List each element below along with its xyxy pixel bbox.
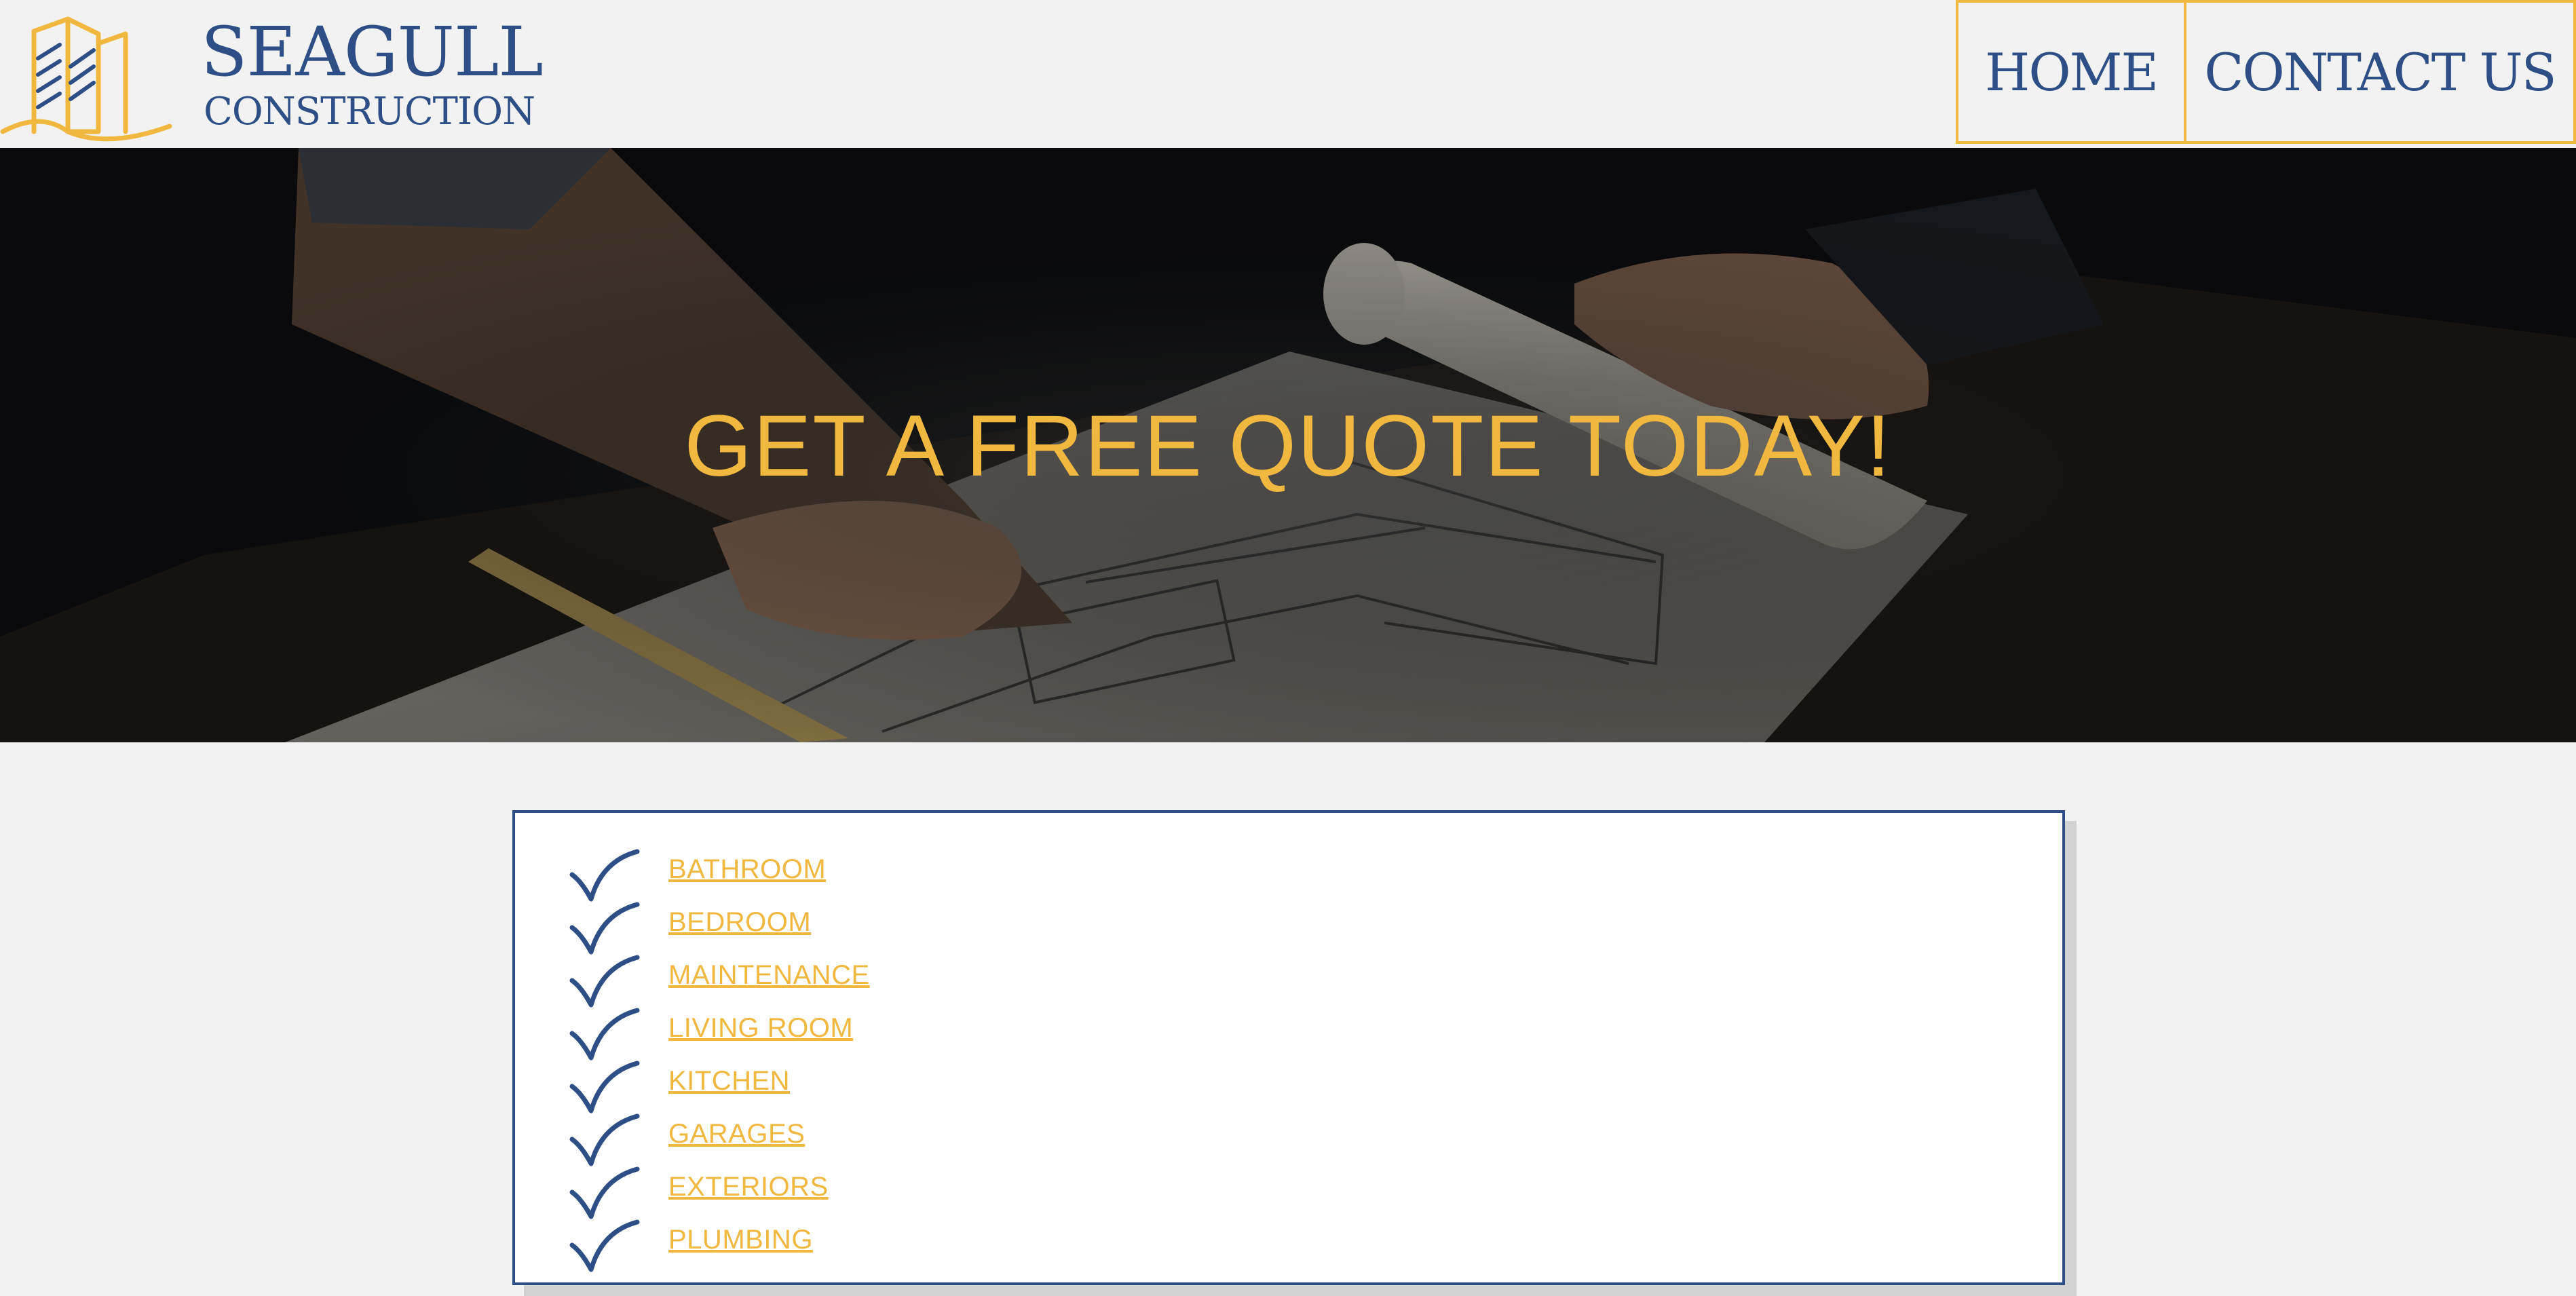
building-logo-icon <box>0 16 172 142</box>
services-list: BATHROOM BEDROOM MAINTENANCE LIVING ROOM… <box>567 843 870 1272</box>
service-link-maintenance[interactable]: MAINTENANCE <box>668 960 870 991</box>
checkmark-icon <box>569 1061 640 1113</box>
brand-title: SEAGULL <box>201 12 544 92</box>
nav-contact-link[interactable]: CONTACT US <box>2186 0 2576 144</box>
checkmark-icon <box>569 955 640 1008</box>
brand-subtitle: CONSTRUCTION <box>204 90 535 134</box>
checkmark-icon <box>569 1113 640 1166</box>
nav-home-link[interactable]: HOME <box>1956 0 2186 144</box>
service-link-bedroom[interactable]: BEDROOM <box>668 907 811 938</box>
list-item: BEDROOM <box>567 896 870 955</box>
checkmark-icon <box>569 849 640 902</box>
checkmark-icon <box>569 1166 640 1219</box>
list-item: KITCHEN <box>567 1054 870 1113</box>
service-link-living-room[interactable]: LIVING ROOM <box>668 1013 853 1044</box>
checkmark-icon <box>569 1219 640 1272</box>
service-link-exteriors[interactable]: EXTERIORS <box>668 1172 829 1202</box>
list-item: GARAGES <box>567 1107 870 1166</box>
hero-banner: GET A FREE QUOTE TODAY! <box>0 148 2576 742</box>
main-nav: HOME CONTACT US <box>1956 0 2576 148</box>
list-item: MAINTENANCE <box>567 949 870 1008</box>
site-header: SEAGULL CONSTRUCTION HOME CONTACT US <box>0 0 2576 148</box>
list-item: EXTERIORS <box>567 1160 870 1219</box>
service-link-garages[interactable]: GARAGES <box>668 1119 805 1149</box>
list-item: PLUMBING <box>567 1213 870 1272</box>
service-link-bathroom[interactable]: BATHROOM <box>668 854 826 885</box>
checkmark-icon <box>569 902 640 955</box>
service-link-kitchen[interactable]: KITCHEN <box>668 1066 790 1097</box>
checkmark-icon <box>569 1008 640 1061</box>
list-item: BATHROOM <box>567 843 870 902</box>
service-link-plumbing[interactable]: PLUMBING <box>668 1225 813 1255</box>
services-card: BATHROOM BEDROOM MAINTENANCE LIVING ROOM… <box>512 810 2065 1285</box>
list-item: LIVING ROOM <box>567 1002 870 1061</box>
site-logo[interactable]: SEAGULL CONSTRUCTION <box>0 9 544 145</box>
hero-title: GET A FREE QUOTE TODAY! <box>684 398 1892 495</box>
